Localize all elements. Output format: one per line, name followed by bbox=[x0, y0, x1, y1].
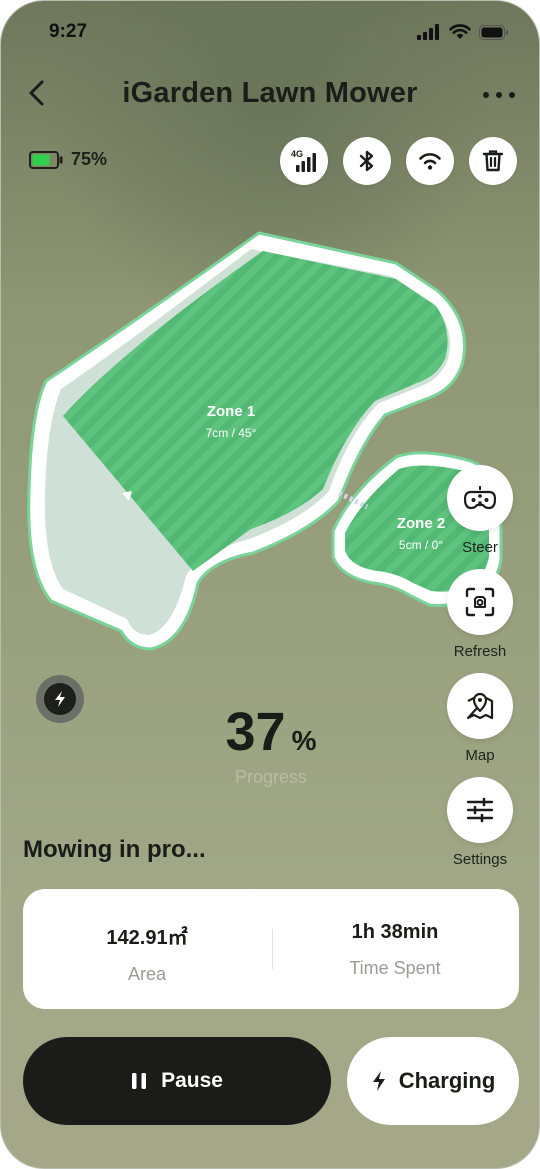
refresh-button[interactable] bbox=[447, 569, 513, 635]
time-spent-value: 1h 38min bbox=[351, 921, 439, 943]
pause-button[interactable]: Pause bbox=[23, 1037, 331, 1125]
gamepad-icon bbox=[464, 486, 496, 510]
settings-label: Settings bbox=[452, 851, 508, 868]
4g-signal-icon: 4G bbox=[291, 149, 316, 172]
more-dots-icon bbox=[483, 92, 515, 98]
wifi-icon bbox=[419, 153, 441, 170]
connectivity-bar: 4G bbox=[280, 137, 517, 185]
header: iGarden Lawn Mower bbox=[1, 71, 539, 119]
delete-button[interactable] bbox=[469, 137, 517, 185]
side-control-settings[interactable]: Settings bbox=[447, 777, 513, 868]
charging-indicator-inner bbox=[44, 683, 76, 715]
mowing-progress: 37% Progress bbox=[171, 701, 371, 788]
settings-button[interactable] bbox=[447, 777, 513, 843]
progress-label: Progress bbox=[234, 767, 308, 787]
area-stat: 142.91㎡ Area bbox=[23, 889, 271, 1009]
charging-label: Charging bbox=[398, 1068, 496, 1093]
time-spent-stat: 1h 38min Time Spent bbox=[271, 889, 519, 1009]
lightning-icon bbox=[372, 1071, 385, 1091]
battery-percent: 75% bbox=[71, 149, 108, 169]
trash-icon bbox=[482, 150, 504, 172]
scan-icon bbox=[465, 587, 495, 617]
zone-name: Zone 1 bbox=[206, 403, 256, 420]
bluetooth-icon bbox=[359, 150, 374, 172]
status-time: 9:27 bbox=[49, 21, 88, 42]
charging-button[interactable]: Charging bbox=[347, 1037, 519, 1125]
progress-unit: % bbox=[291, 725, 317, 756]
stats-card: 142.91㎡ Area 1h 38min Time Spent bbox=[23, 889, 519, 1009]
refresh-label: Refresh bbox=[453, 643, 507, 660]
status-icons bbox=[417, 24, 509, 40]
map-pin-icon bbox=[466, 692, 494, 720]
steer-label: Steer bbox=[462, 539, 498, 556]
mowing-status-text: Mowing in pro... bbox=[23, 836, 206, 863]
lightning-icon bbox=[55, 691, 65, 707]
progress-value: 37 bbox=[225, 702, 286, 762]
battery-status-icon bbox=[479, 24, 508, 40]
map-label: Map bbox=[465, 747, 495, 764]
charging-indicator bbox=[36, 675, 84, 723]
battery-icon bbox=[29, 150, 63, 169]
steer-button[interactable] bbox=[447, 465, 513, 531]
mower-battery: 75% bbox=[29, 149, 107, 170]
area-label: Area bbox=[127, 964, 167, 984]
bluetooth-button[interactable] bbox=[343, 137, 391, 185]
wifi-button[interactable] bbox=[406, 137, 454, 185]
page-title: iGarden Lawn Mower bbox=[122, 77, 418, 109]
app-screen: 9:27 iGarden Lawn Mower 75% 4G Zone 1 7c… bbox=[0, 0, 540, 1169]
cellular-signal-icon bbox=[417, 24, 439, 40]
more-options-button[interactable] bbox=[479, 75, 519, 115]
4g-signal-button[interactable]: 4G bbox=[280, 137, 328, 185]
side-control-refresh[interactable]: Refresh bbox=[447, 569, 513, 660]
status-bar: 9:27 bbox=[1, 19, 539, 47]
pause-label: Pause bbox=[161, 1069, 223, 1092]
time-spent-label: Time Spent bbox=[349, 958, 441, 978]
map-button[interactable] bbox=[447, 673, 513, 739]
network-type-label: 4G bbox=[291, 149, 303, 159]
side-control-steer[interactable]: Steer bbox=[447, 465, 513, 556]
sliders-icon bbox=[466, 797, 494, 823]
wifi-status-icon bbox=[449, 24, 471, 39]
zone-1-label[interactable]: Zone 1 7cm / 45° bbox=[171, 403, 291, 440]
side-control-map[interactable]: Map bbox=[447, 673, 513, 764]
pause-icon bbox=[132, 1073, 147, 1089]
area-value: 142.91㎡ bbox=[106, 927, 188, 949]
zone-settings: 7cm / 45° bbox=[205, 426, 257, 440]
